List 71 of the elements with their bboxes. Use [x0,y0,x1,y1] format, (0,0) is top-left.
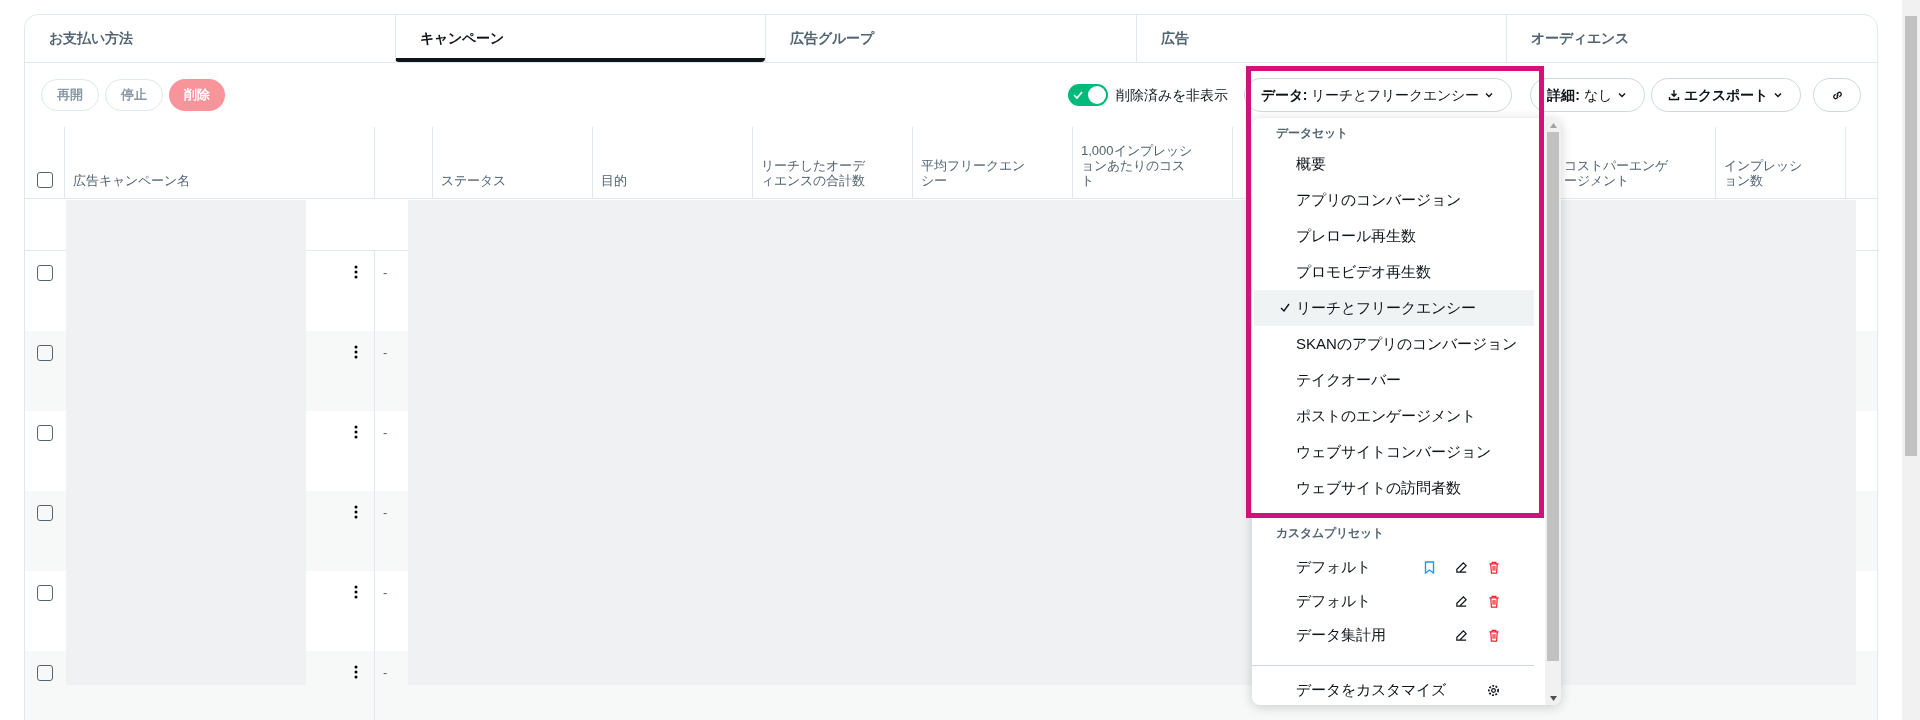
trash-icon[interactable] [1488,560,1500,574]
more-options-icon[interactable] [354,585,358,599]
more-options-icon[interactable] [354,665,358,679]
column-header: 目的 [601,173,627,188]
more-options-icon[interactable] [354,265,358,279]
column-header: 1,000インプレッションあたりのコスト [1081,143,1192,188]
menu-item-label: データ集計用 [1296,624,1387,645]
row-checkbox[interactable] [37,665,53,681]
section-title: データセット [1275,125,1349,142]
table-cell: - [383,585,388,600]
column-header: インプレッション数 [1724,158,1803,188]
scrollbar[interactable] [1902,0,1920,720]
bookmark-icon[interactable] [1424,560,1435,574]
menu-item[interactable]: ポストのエンゲージメント [1254,398,1534,434]
table-cell: - [383,505,388,520]
preset-item[interactable]: デフォルト [1252,584,1534,618]
menu-item-label: データをカスタマイズ [1296,679,1447,700]
customize-data-item[interactable]: データをカスタマイズ [1252,666,1534,704]
download-icon [1668,89,1680,101]
menu-item[interactable]: プレロール再生数 [1254,218,1534,254]
column-header: ステータス [441,173,506,188]
data-dropdown-button[interactable]: データ: リーチとフリークエンシー [1243,78,1513,112]
settings-icon[interactable] [1487,683,1500,697]
more-options-icon[interactable] [354,505,358,519]
check-icon [1071,89,1084,101]
preset-item[interactable]: データ集計用 [1252,618,1534,652]
row-checkbox[interactable] [37,265,53,281]
tab[interactable]: お支払い方法 [25,15,395,62]
row-checkbox[interactable] [37,345,53,361]
row-checkbox[interactable] [37,425,53,441]
preset-item[interactable]: デフォルト [1252,550,1534,584]
table-cell: - [383,345,388,360]
table-cell: - [383,665,388,680]
checkbox[interactable] [37,172,53,188]
menu-item[interactable]: テイクオーバー [1254,362,1534,398]
scrollbar[interactable] [1545,118,1561,705]
section-title: カスタムプリセット [1275,525,1385,542]
checkmark-icon [1280,303,1290,313]
table-cell: - [383,265,388,280]
column-header: 広告キャンペーン名 [73,173,190,188]
table-cell: - [383,425,388,440]
toggle-switch[interactable] [1067,84,1108,106]
trash-icon[interactable] [1488,628,1500,642]
row-checkbox[interactable] [37,585,53,601]
column-header: 平均フリークエンシー [921,158,1026,188]
trash-icon[interactable] [1488,594,1500,608]
tab[interactable]: キャンペーン [394,15,766,62]
menu-item[interactable]: プロモビデオ再生数 [1254,254,1534,290]
edit-icon[interactable] [1455,560,1468,574]
tab[interactable]: 広告 [1135,15,1507,62]
export-button[interactable]: エクスポート [1651,78,1801,112]
tab[interactable]: オーディエンス [1506,15,1877,62]
row-checkbox[interactable] [37,505,53,521]
menu-item[interactable]: ウェブサイトの訪問者数 [1254,470,1534,506]
tab[interactable]: 広告グループ [765,15,1136,62]
menu-item[interactable]: リーチとフリークエンシー [1254,290,1534,326]
toggle-label: 削除済みを非表示 [1115,85,1228,105]
column-header: リーチしたオーディエンスの合計数 [761,158,867,188]
menu-item[interactable]: ウェブサイトコンバージョン [1254,434,1534,470]
more-options-icon[interactable] [354,345,358,359]
more-options-icon[interactable] [354,425,358,439]
edit-icon[interactable] [1455,594,1468,608]
menu-item[interactable]: 概要 [1254,146,1534,182]
edit-icon[interactable] [1455,628,1468,642]
menu-item[interactable]: アプリのコンバージョン [1254,182,1534,218]
detail-dropdown-button[interactable]: 詳細: なし [1530,78,1645,112]
scroll-down-icon[interactable] [1549,695,1557,701]
column-header: コストパーエンゲージメント [1564,158,1669,188]
menu-item-label: デフォルト [1296,556,1372,577]
menu-item-label: デフォルト [1296,590,1372,611]
menu-item[interactable]: SKANのアプリのコンバージョン [1254,326,1534,362]
